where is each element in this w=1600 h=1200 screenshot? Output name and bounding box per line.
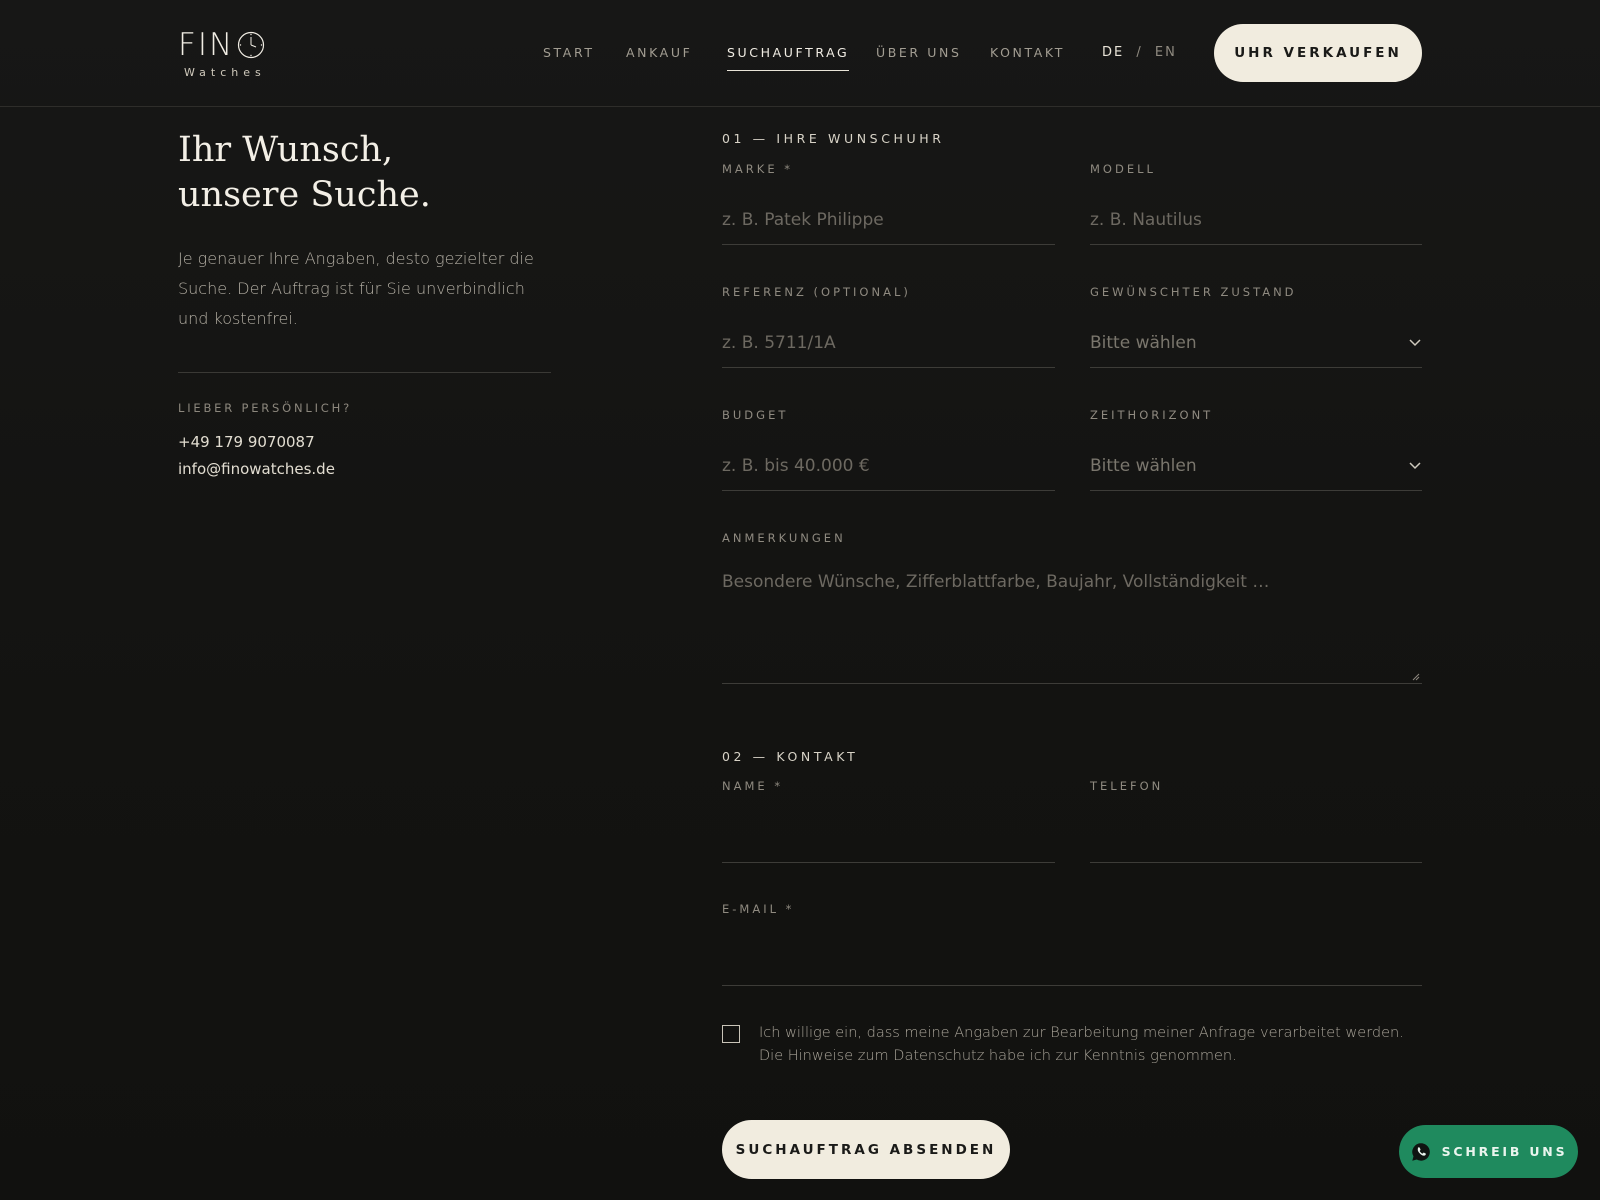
zustand-value: Bitte wählen [1090,333,1197,353]
logo-text: FIN [178,27,235,63]
zeithorizont-select[interactable]: Bitte wählen [1090,451,1422,491]
anmerkungen-textarea[interactable] [722,569,1422,669]
email-label: E-MAIL * [722,902,795,916]
submit-button[interactable]: SUCHAUFTRAG ABSENDEN [722,1120,1010,1179]
marke-label: MARKE * [722,162,793,176]
name-label: NAME * [722,779,784,793]
telefon-label: TELEFON [1090,779,1164,793]
nav-item-start[interactable]: START [543,45,595,60]
sell-watch-button[interactable]: UHR VERKAUFEN [1214,24,1422,82]
budget-field [722,451,1055,491]
budget-input[interactable] [722,456,1055,476]
personal-contact-label: LIEBER PERSÖNLICH? [178,401,352,415]
whatsapp-label: SCHREIB UNS [1441,1144,1568,1159]
resize-handle-icon[interactable] [1412,673,1420,681]
phone-link[interactable]: +49 179 9070087 [178,433,315,451]
zustand-select[interactable]: Bitte wählen [1090,328,1422,368]
name-input[interactable] [722,828,1055,848]
marke-field [722,205,1055,245]
marke-input[interactable] [722,210,1055,230]
logo[interactable]: FIN Watches [178,28,278,82]
referenz-label: REFERENZ (OPTIONAL) [722,285,911,299]
email-field [722,946,1422,986]
name-field [722,823,1055,863]
headline-line-2: unsere Suche. [178,175,431,215]
email-link[interactable]: info@finowatches.de [178,460,335,478]
zustand-label: GEWÜNSCHTER ZUSTAND [1090,285,1297,299]
anmerkungen-label: ANMERKUNGEN [722,531,846,545]
language-switch: DE / EN [1102,45,1177,60]
zeithorizont-label: ZEITHORIZONT [1090,408,1214,422]
zeithorizont-value: Bitte wählen [1090,456,1197,476]
lang-de[interactable]: DE [1102,45,1124,60]
budget-label: BUDGET [722,408,789,422]
intro-text: Je genauer Ihre Angaben, desto gezielter… [178,249,534,328]
nav-item-kontakt[interactable]: KONTAKT [990,45,1065,60]
headline-line-1: Ihr Wunsch, [178,130,394,170]
chevron-down-icon [1409,339,1421,347]
nav-item-ueber-uns[interactable]: ÜBER UNS [876,45,962,60]
email-input[interactable] [722,951,1422,971]
lang-separator: / [1136,45,1143,60]
chevron-down-icon [1409,462,1421,470]
consent-checkbox[interactable] [722,1025,740,1043]
whatsapp-button[interactable]: SCHREIB UNS [1399,1125,1578,1178]
clock-icon [237,31,265,59]
nav-item-suchauftrag-label: SUCHAUFTRAG [727,45,850,60]
active-nav-underline [727,70,850,71]
modell-label: MODELL [1090,162,1156,176]
anmerkungen-field [722,569,1422,684]
lang-en[interactable]: EN [1155,45,1177,60]
logo-subtitle: Watches [184,66,266,79]
telefon-field [1090,823,1422,863]
nav-item-suchauftrag[interactable]: SUCHAUFTRAG [727,45,850,71]
divider [178,372,551,373]
nav-item-ankauf[interactable]: ANKAUF [626,45,692,60]
consent-text: Ich willige ein, dass meine Angaben zur … [759,1025,1404,1064]
section-title-kontakt: 02 — KONTAKT [722,749,859,764]
page-title: Ihr Wunsch, unsere Suche. [178,128,431,218]
referenz-input[interactable] [722,333,1055,353]
referenz-field [722,328,1055,368]
section-title-wunschuhr: 01 — IHRE WUNSCHUHR [722,131,945,146]
site-header: FIN Watches START ANKAUF SUCHAUFTRAG ÜBE… [0,0,1600,107]
modell-field [1090,205,1422,245]
modell-input[interactable] [1090,210,1422,230]
telefon-input[interactable] [1090,828,1422,848]
whatsapp-icon [1411,1142,1430,1161]
